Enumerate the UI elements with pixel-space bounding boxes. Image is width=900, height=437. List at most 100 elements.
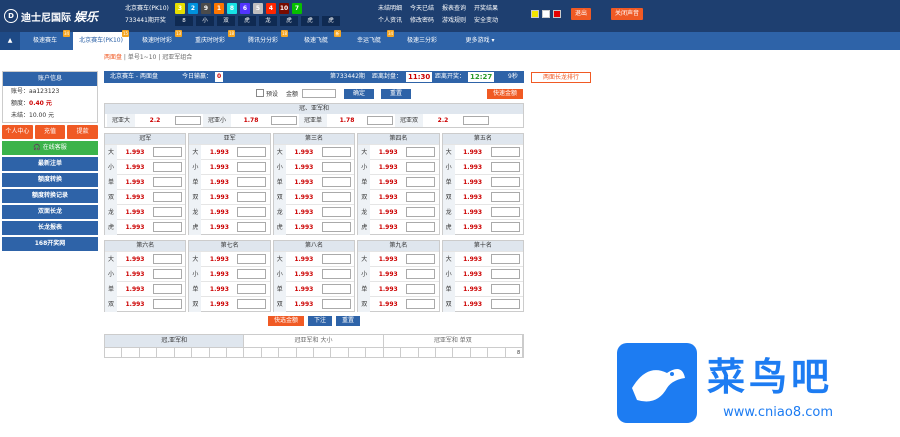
bet-input[interactable] — [490, 162, 520, 172]
quick-select-button[interactable]: 快选金额 — [267, 316, 304, 326]
bet-input[interactable] — [237, 177, 267, 187]
withdraw-button[interactable]: 提款 — [67, 125, 99, 139]
theme-swatch[interactable] — [531, 10, 539, 18]
nav-tab[interactable]: 极速赛车 34 — [20, 30, 70, 50]
bet-input[interactable] — [237, 192, 267, 202]
bet-input[interactable] — [321, 147, 351, 157]
subnav-item[interactable]: 单号1~10 — [128, 54, 156, 61]
bet-input[interactable] — [406, 192, 436, 202]
reset-top-button[interactable]: 重置 — [381, 89, 411, 99]
bet-input[interactable] — [490, 192, 520, 202]
header-link[interactable]: 报表查询 — [442, 3, 466, 15]
bet-input[interactable] — [237, 162, 267, 172]
bet-input[interactable] — [237, 222, 267, 232]
bet-input[interactable] — [153, 147, 182, 157]
sum-input[interactable] — [463, 116, 489, 125]
preset-checkbox[interactable] — [256, 89, 264, 97]
header-link[interactable]: 今天已结 — [410, 3, 434, 15]
bet-input[interactable] — [237, 284, 267, 294]
nav-tab[interactable]: 北京赛车(PK10) 15 — [73, 30, 129, 50]
quick-amount-button[interactable]: 快速金额 — [487, 89, 523, 99]
header-link[interactable]: 修改密码 — [410, 15, 434, 27]
bet-input[interactable] — [153, 284, 182, 294]
nav-tab[interactable]: 极速时时彩 13 — [132, 30, 182, 50]
bet-input[interactable] — [237, 207, 267, 217]
bet-input[interactable] — [406, 254, 436, 264]
reset-button[interactable]: 重置 — [336, 316, 361, 326]
bet-input[interactable] — [153, 162, 182, 172]
bet-input[interactable] — [406, 299, 436, 309]
deposit-button[interactable]: 充值 — [34, 125, 66, 139]
bet-input[interactable] — [490, 299, 520, 309]
bet-input[interactable] — [237, 299, 267, 309]
sidebar-menu-item[interactable]: 额度转换 — [2, 173, 98, 187]
bet-input[interactable] — [237, 269, 267, 279]
nav-tab[interactable]: 极速三分彩 — [397, 32, 447, 50]
bet-input[interactable] — [490, 147, 520, 157]
theme-swatch[interactable] — [553, 10, 561, 18]
home-icon[interactable]: ▲ — [0, 32, 20, 50]
theme-swatch[interactable] — [542, 10, 550, 18]
bet-input[interactable] — [321, 254, 351, 264]
bet-input[interactable] — [406, 269, 436, 279]
bet-input[interactable] — [321, 222, 351, 232]
sidebar-menu-item[interactable]: 额度转换记录 — [2, 189, 98, 203]
close-sound-button[interactable]: 关闭声音 — [611, 8, 644, 20]
bet-input[interactable] — [153, 222, 182, 232]
bet-input[interactable] — [321, 299, 351, 309]
header-link[interactable]: 未结明细 — [378, 3, 402, 15]
bet-input[interactable] — [237, 254, 267, 264]
sidebar-menu-item[interactable]: 双面长龙 — [2, 205, 98, 219]
bet-input[interactable] — [153, 177, 182, 187]
bet-input[interactable] — [490, 222, 520, 232]
bet-input[interactable] — [321, 162, 351, 172]
confirm-button[interactable]: 确定 — [344, 89, 374, 99]
bet-input[interactable] — [153, 254, 182, 264]
nav-tab[interactable]: 极速飞艇新 — [291, 30, 341, 50]
logo[interactable]: D 迪士尼国际 娱乐 — [4, 4, 100, 28]
header-link[interactable]: 游戏规则 — [442, 15, 466, 27]
bet-input[interactable] — [490, 269, 520, 279]
sum-input[interactable] — [271, 116, 297, 125]
sidebar-menu-item[interactable]: 168开奖网 — [2, 237, 98, 251]
sum-input[interactable] — [175, 116, 201, 125]
bet-input[interactable] — [237, 147, 267, 157]
bet-input[interactable] — [153, 192, 182, 202]
sidebar-menu-item[interactable]: 最新注单 — [2, 157, 98, 171]
header-link[interactable]: 安全变动 — [474, 15, 498, 27]
profile-button[interactable]: 个人中心 — [2, 125, 33, 139]
bet-input[interactable] — [490, 284, 520, 294]
header-link[interactable]: 个人资讯 — [378, 15, 402, 27]
header-link[interactable]: 开奖结果 — [474, 3, 498, 15]
bet-input[interactable] — [490, 177, 520, 187]
subnav-item[interactable]: 冠亚军组合 — [162, 54, 192, 61]
nav-tab[interactable]: 更多游戏 ▾ — [450, 32, 510, 50]
bet-input[interactable] — [406, 177, 436, 187]
bet-input[interactable] — [321, 192, 351, 202]
bet-input[interactable] — [153, 269, 182, 279]
sidebar-menu-item[interactable]: 长龙报表 — [2, 221, 98, 235]
customer-service-button[interactable]: 🎧 在线客服 — [2, 141, 98, 155]
place-bet-button[interactable]: 下注 — [307, 316, 332, 326]
nav-tab[interactable]: 腾讯分分彩 18 — [238, 30, 288, 50]
long-dragon-button[interactable]: 两面长龙排行 — [531, 72, 591, 83]
amount-input[interactable] — [302, 89, 336, 98]
bet-input[interactable] — [406, 222, 436, 232]
bet-input[interactable] — [321, 284, 351, 294]
bet-input[interactable] — [490, 254, 520, 264]
nav-tab[interactable]: 重庆时时彩 18 — [185, 30, 235, 50]
bet-input[interactable] — [321, 177, 351, 187]
bet-input[interactable] — [406, 147, 436, 157]
subnav-item[interactable]: 两面盘 — [104, 54, 122, 61]
sum-input[interactable] — [367, 116, 393, 125]
bet-input[interactable] — [153, 207, 182, 217]
bet-input[interactable] — [153, 299, 182, 309]
bet-input[interactable] — [490, 207, 520, 217]
bet-input[interactable] — [321, 207, 351, 217]
bet-input[interactable] — [406, 284, 436, 294]
bet-input[interactable] — [321, 269, 351, 279]
bet-input[interactable] — [406, 162, 436, 172]
bet-input[interactable] — [406, 207, 436, 217]
logout-button[interactable]: 退出 — [571, 8, 592, 20]
nav-tab[interactable]: 幸运飞艇 34 — [344, 30, 394, 50]
